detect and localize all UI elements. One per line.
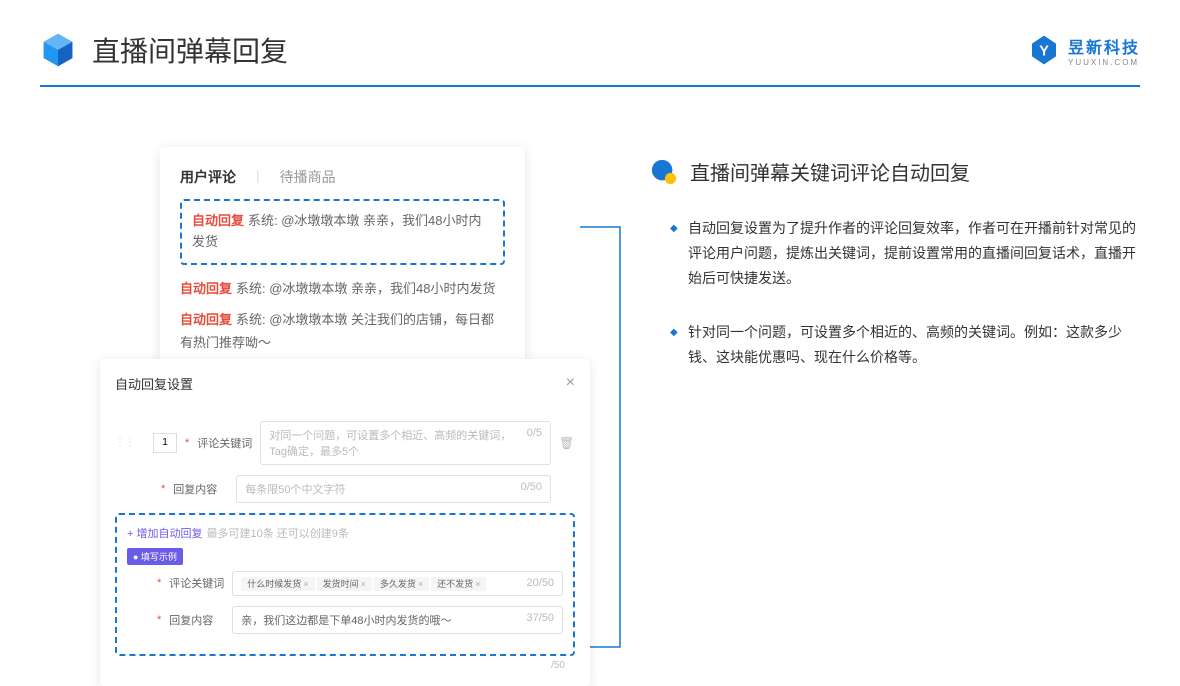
required-dot: * [161,483,165,495]
example-content-input[interactable]: 亲，我们这边都是下单48小时内发货的哦～ 37/50 [232,606,563,634]
settings-title: 自动回复设置 [115,374,193,393]
keyword-input[interactable]: 对同一个问题，可设置多个相近、高频的关键词，Tag确定，最多5个 0/5 [260,421,551,465]
tab-user-comments[interactable]: 用户评论 [180,167,236,187]
bullet-item: 自动回复设置为了提升作者的评论回复效率，作者可在开播前针对常见的评论用户问题，提… [670,216,1140,292]
tag-chip[interactable]: 还不发货× [431,577,486,591]
chat-bubble-icon [650,158,678,186]
comment-panel: 用户评论 | 待播商品 自动回复系统: @冰墩墩本墩 亲亲，我们48小时内发货 … [160,147,525,379]
page-header: 直播间弹幕回复 Y 昱新科技 YUUXIN.COM [0,0,1180,85]
content-row: * 回复内容 每条限50个中文字符 0/50 [115,475,575,503]
outer-count: /50 [115,656,575,671]
content-label: 回复内容 [173,481,228,497]
svg-text:Y: Y [1039,44,1049,60]
screenshot-mock: 用户评论 | 待播商品 自动回复系统: @冰墩墩本墩 亲亲，我们48小时内发货 … [100,147,590,686]
required-dot: * [185,437,189,449]
keyword-label: 评论关键词 [197,435,252,451]
example-keyword-input[interactable]: 什么时候发货×发货时间×多久发货×还不发货× 20/50 [232,571,563,596]
tag-chip[interactable]: 什么时候发货× [241,577,314,591]
brand-icon: Y [1028,34,1060,66]
delete-icon[interactable]: 🗑 [559,436,575,450]
brand-name: 昱新科技 [1068,34,1140,58]
brand-sub: YUUXIN.COM [1068,58,1140,67]
page-title: 直播间弹幕回复 [92,30,288,70]
tag-chip[interactable]: 发货时间× [317,577,372,591]
comment-row: 自动回复系统: @冰墩墩本墩 关注我们的店铺，每日都有热门推荐呦～ [180,304,505,359]
section-header: 直播间弹幕关键词评论自动回复 [650,157,1140,186]
auto-reply-tag: 自动回复 [192,213,244,228]
tabs: 用户评论 | 待播商品 [180,167,505,187]
auto-reply-tag: 自动回复 [180,281,232,296]
comment-text: 系统: @冰墩墩本墩 亲亲，我们48小时内发货 [236,281,496,296]
description-column: 直播间弹幕关键词评论自动回复 自动回复设置为了提升作者的评论回复效率，作者可在开… [650,147,1140,686]
tab-separator: | [256,167,260,187]
bullet-item: 针对同一个问题，可设置多个相近的、高频的关键词。例如：这款多少钱、这块能优惠吗、… [670,320,1140,370]
settings-panel: 自动回复设置 × ⋮⋮ 1 * 评论关键词 对同一个问题，可设置多个相近、高频的… [100,359,590,686]
example-section: + 增加自动回复最多可建10条 还可以创建9条 ● 填写示例 * 评论关键词 什… [115,513,575,656]
example-content-row: * 回复内容 亲，我们这边都是下单48小时内发货的哦～ 37/50 [127,606,563,634]
add-auto-reply-link[interactable]: + 增加自动回复最多可建10条 还可以创建9条 [127,525,563,541]
tab-products[interactable]: 待播商品 [280,167,336,187]
example-keyword-row: * 评论关键词 什么时候发货×发货时间×多久发货×还不发货× 20/50 [127,571,563,596]
auto-reply-tag: 自动回复 [180,312,232,327]
brand-logo: Y 昱新科技 YUUXIN.COM [1028,34,1140,67]
keyword-row: ⋮⋮ 1 * 评论关键词 对同一个问题，可设置多个相近、高频的关键词，Tag确定… [115,421,575,465]
comment-row: 自动回复系统: @冰墩墩本墩 亲亲，我们48小时内发货 [180,273,505,304]
example-badge: ● 填写示例 [127,548,183,565]
section-title: 直播间弹幕关键词评论自动回复 [690,157,970,186]
row-number: 1 [153,433,177,453]
highlighted-comment: 自动回复系统: @冰墩墩本墩 亲亲，我们48小时内发货 [180,199,505,265]
bullet-list: 自动回复设置为了提升作者的评论回复效率，作者可在开播前针对常见的评论用户问题，提… [650,216,1140,370]
tag-chip[interactable]: 多久发货× [374,577,429,591]
content-input[interactable]: 每条限50个中文字符 0/50 [236,475,551,503]
cube-icon [40,32,76,68]
tag-list: 什么时候发货×发货时间×多久发货×还不发货× [241,577,488,590]
close-icon[interactable]: × [566,374,575,392]
